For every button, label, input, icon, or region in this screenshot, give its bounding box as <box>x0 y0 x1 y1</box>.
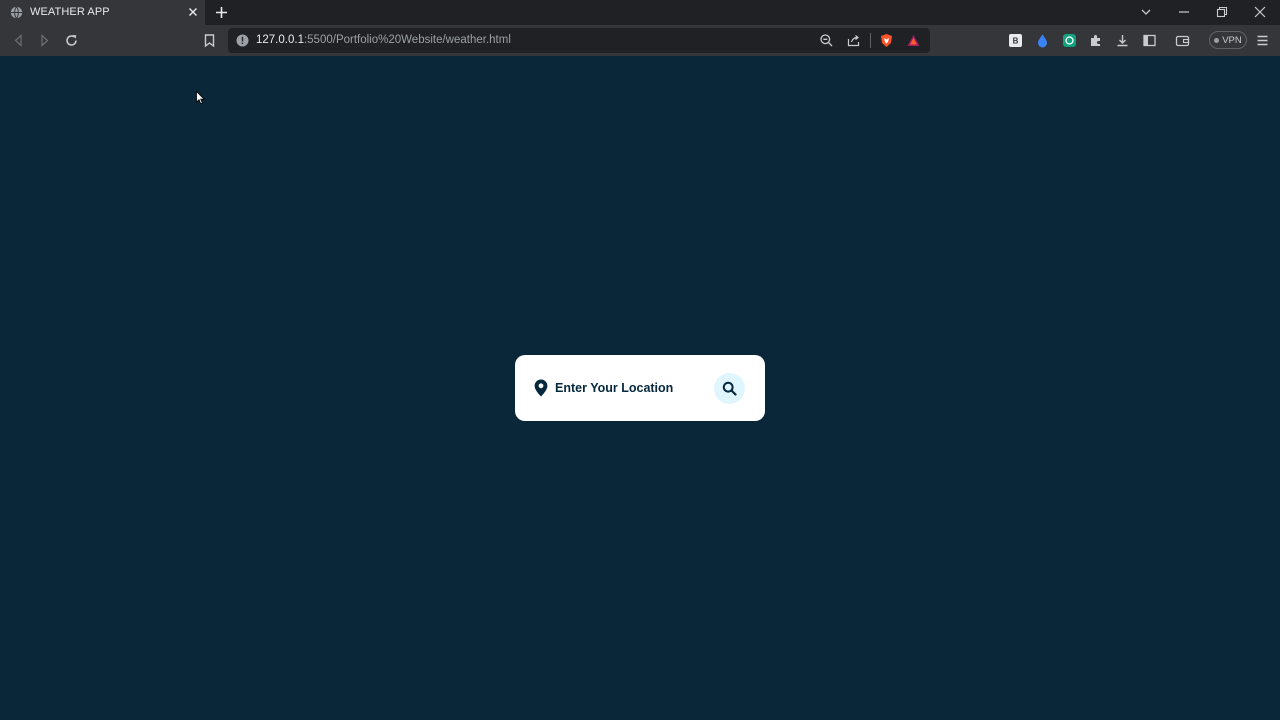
share-icon[interactable] <box>846 33 861 48</box>
url-host: 127.0.0.1 <box>256 34 304 46</box>
location-pin-icon <box>534 379 548 397</box>
download-icon[interactable] <box>1115 33 1130 48</box>
weather-page <box>0 56 1280 720</box>
url-text[interactable]: 127.0.0.1:5500/Portfolio%20Website/weath… <box>256 34 511 46</box>
tab-title: WEATHER APP <box>30 6 110 18</box>
svg-text:B: B <box>1013 37 1019 46</box>
search-button[interactable] <box>714 373 745 404</box>
tab-strip: WEATHER APP <box>0 0 1280 25</box>
reload-icon[interactable] <box>64 33 79 48</box>
bookmark-icon[interactable] <box>202 33 217 48</box>
restore-icon[interactable] <box>1215 5 1229 19</box>
tab-search-chevron-icon[interactable] <box>1139 5 1153 19</box>
bitwarden-extension-icon[interactable]: B <box>1008 33 1023 48</box>
location-input[interactable] <box>555 375 715 401</box>
browser-toolbar: 127.0.0.1:5500/Portfolio%20Website/weath… <box>0 25 1280 56</box>
vpn-button[interactable]: VPN <box>1209 31 1247 49</box>
forward-icon[interactable] <box>37 33 52 48</box>
tab-close-icon[interactable] <box>186 5 200 19</box>
brave-rewards-icon[interactable] <box>906 33 921 48</box>
zoom-out-icon[interactable] <box>819 33 834 48</box>
globe-icon <box>10 6 23 19</box>
minimize-icon[interactable] <box>1177 5 1191 19</box>
location-search-card <box>515 355 765 421</box>
wallet-icon[interactable] <box>1175 33 1190 48</box>
search-icon <box>722 381 737 396</box>
url-path: :5500/Portfolio%20Website/weather.html <box>303 34 511 46</box>
address-bar[interactable]: 127.0.0.1:5500/Portfolio%20Website/weath… <box>228 28 930 53</box>
extensions-puzzle-icon[interactable] <box>1088 33 1103 48</box>
window-close-icon[interactable] <box>1253 5 1267 19</box>
back-icon[interactable] <box>11 33 26 48</box>
menu-icon[interactable] <box>1255 33 1270 48</box>
tab-weather-app[interactable]: WEATHER APP <box>0 0 205 25</box>
drop-extension-icon[interactable] <box>1035 33 1050 48</box>
new-tab-icon[interactable] <box>214 5 229 20</box>
mouse-cursor-icon <box>196 91 206 105</box>
brave-shields-icon[interactable] <box>879 33 894 48</box>
site-info-icon[interactable] <box>236 34 249 47</box>
vpn-status-dot <box>1214 37 1220 43</box>
sidebar-icon[interactable] <box>1142 33 1157 48</box>
vpn-label: VPN <box>1222 34 1242 46</box>
omnibox-divider <box>870 33 871 48</box>
chatgpt-extension-icon[interactable] <box>1062 33 1077 48</box>
